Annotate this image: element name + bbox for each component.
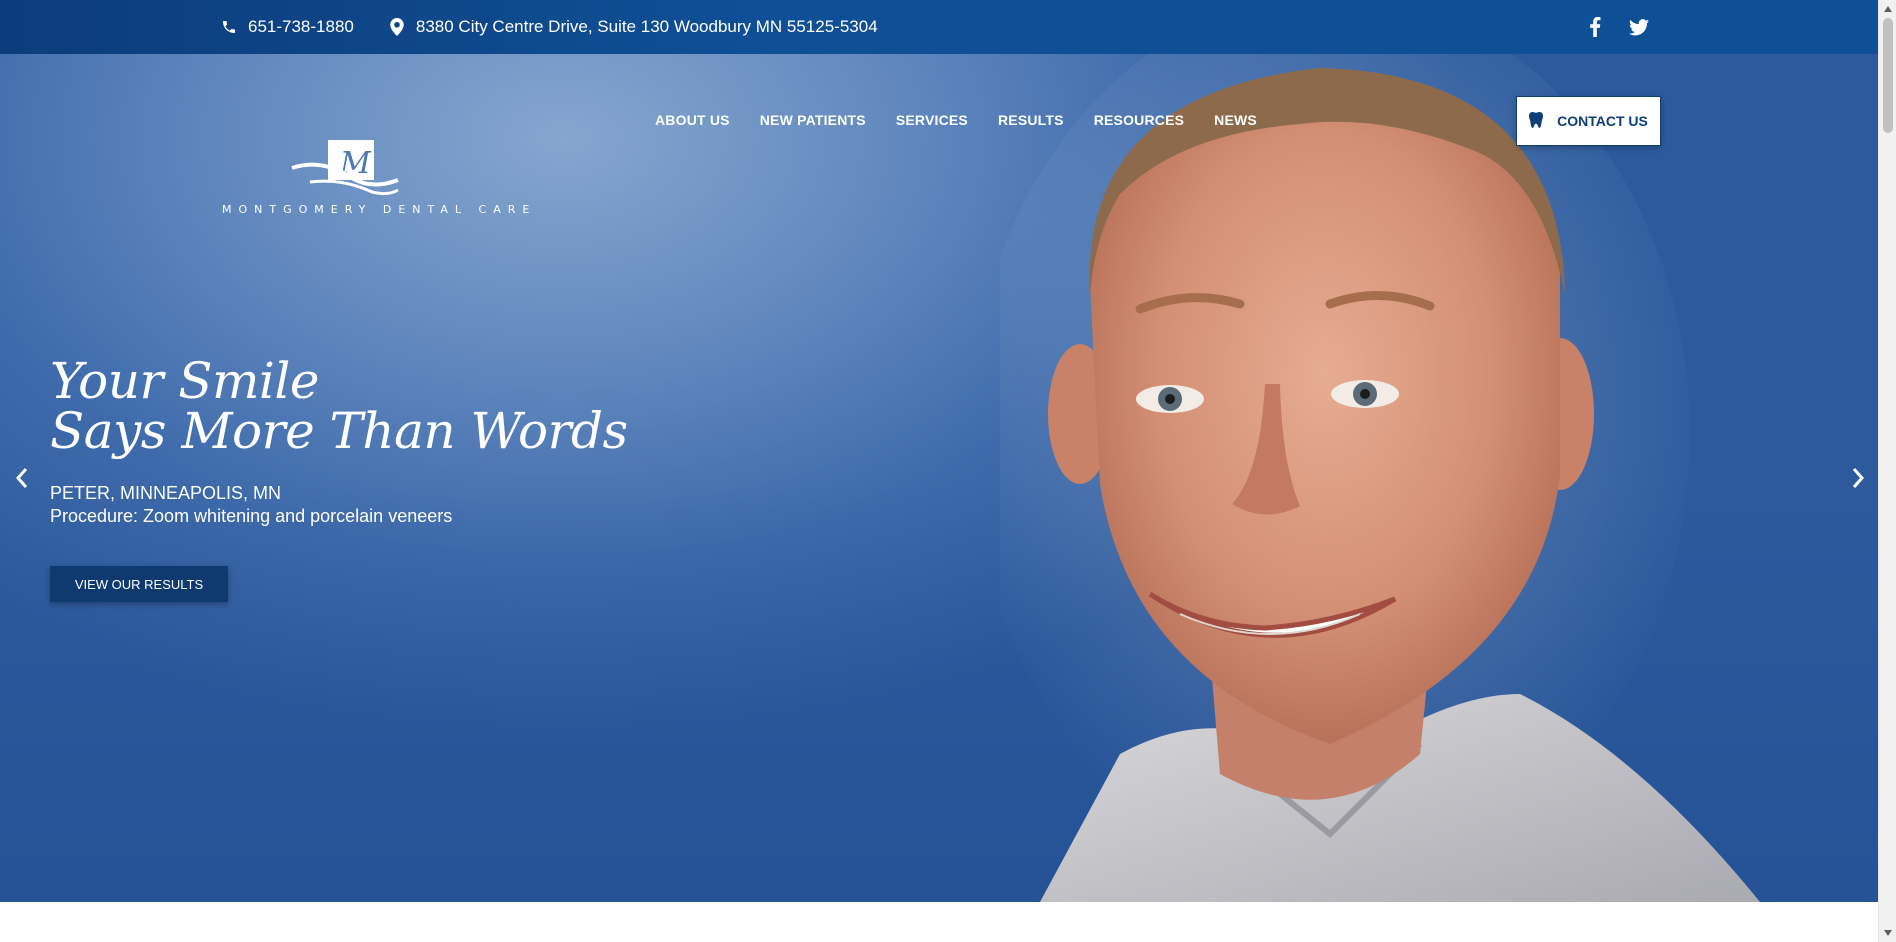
top-bar: 651-738-1880 8380 City Centre Drive, Sui… (0, 0, 1878, 54)
nav-results[interactable]: RESULTS (998, 112, 1064, 128)
nav-services[interactable]: SERVICES (896, 112, 968, 128)
scroll-up-icon[interactable] (1883, 4, 1893, 14)
phone-link[interactable]: 651-738-1880 (248, 17, 354, 37)
contact-info: 651-738-1880 8380 City Centre Drive, Sui… (220, 0, 878, 54)
site-logo[interactable]: M MONTGOMERY DENTAL CARE (222, 138, 537, 216)
patient-name: PETER, MINNEAPOLIS, MN (50, 483, 282, 503)
nav-new-patients[interactable]: NEW PATIENTS (760, 112, 866, 128)
social-links (1584, 0, 1650, 54)
nav-news[interactable]: NEWS (1214, 112, 1257, 128)
contact-us-button[interactable]: CONTACT US (1516, 96, 1661, 146)
logo-mark: M (291, 140, 399, 196)
facebook-icon[interactable] (1584, 16, 1606, 38)
chevron-right-icon[interactable] (1846, 464, 1870, 492)
hero-slider: M MONTGOMERY DENTAL CARE ABOUT US NEW PA… (0, 54, 1878, 902)
phone-icon (220, 18, 238, 36)
hero-person-image (1000, 54, 1760, 902)
svg-text:M: M (339, 146, 372, 181)
tooth-icon (1529, 111, 1544, 131)
map-pin-icon (388, 18, 406, 36)
address-text: 8380 City Centre Drive, Suite 130 Woodbu… (415, 17, 878, 36)
main-nav: ABOUT US NEW PATIENTS SERVICES RESULTS R… (655, 112, 1257, 128)
logo-wordmark: MONTGOMERY DENTAL CARE (222, 203, 537, 216)
chevron-left-icon[interactable] (10, 464, 34, 492)
procedure-text: Procedure: Zoom whitening and porcelain … (50, 506, 453, 526)
hero-headline-line2: Says More Than Words (50, 402, 628, 460)
twitter-icon[interactable] (1628, 16, 1650, 38)
hero-headline-line1: Your Smile (50, 352, 319, 410)
view-results-button[interactable]: VIEW OUR RESULTS (50, 566, 228, 602)
page-scrollbar[interactable] (1878, 0, 1896, 942)
scrollbar-thumb[interactable] (1883, 18, 1893, 133)
nav-about-us[interactable]: ABOUT US (655, 112, 730, 128)
contact-us-label: CONTACT US (1557, 113, 1648, 129)
hero-caption: PETER, MINNEAPOLIS, MN Procedure: Zoom w… (50, 482, 452, 528)
page: 651-738-1880 8380 City Centre Drive, Sui… (0, 0, 1896, 942)
scroll-down-icon[interactable] (1883, 928, 1893, 938)
nav-resources[interactable]: RESOURCES (1094, 112, 1184, 128)
hero-headline: Your Smile Says More Than Words (50, 356, 628, 456)
